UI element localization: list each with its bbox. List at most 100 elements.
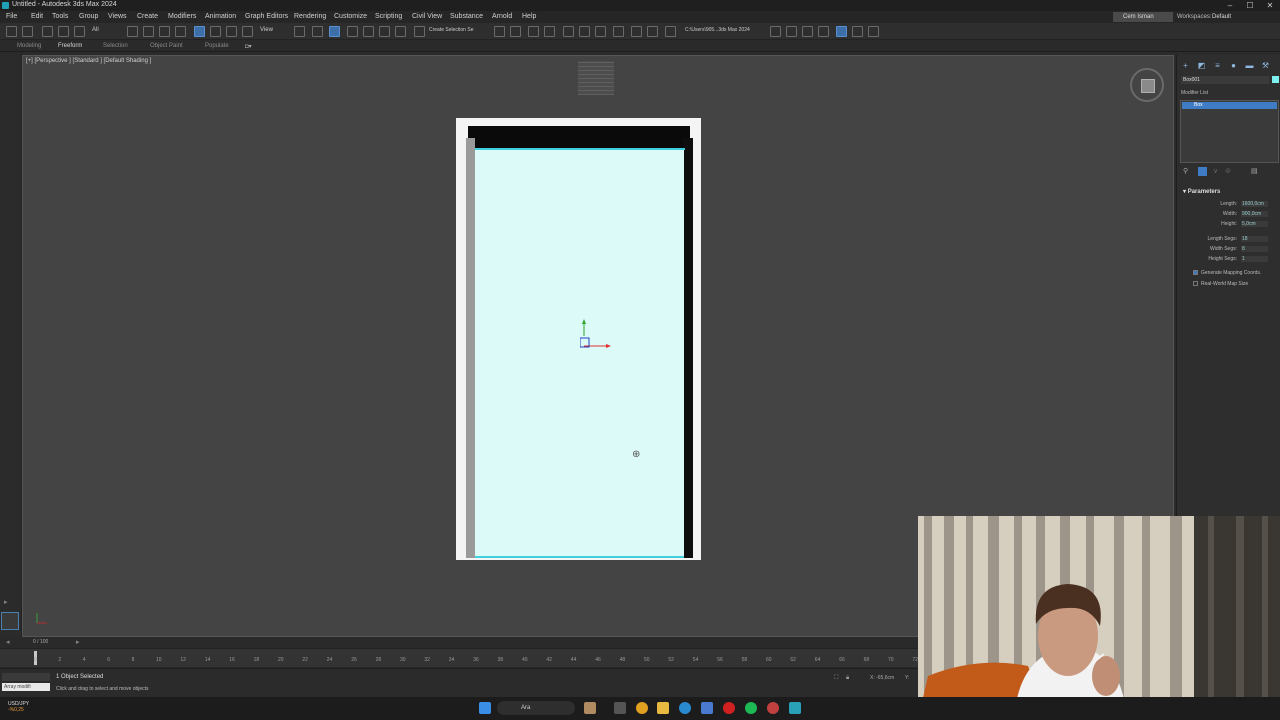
pivot-center-icon[interactable] xyxy=(294,26,305,37)
reference-coord-dropdown[interactable]: View xyxy=(260,27,273,33)
ticker-widget[interactable]: USD/JPY -%0,25 xyxy=(8,701,29,713)
y-coordinate-readout[interactable]: Y: xyxy=(905,675,909,681)
redo-icon[interactable] xyxy=(22,26,33,37)
modifier-stack[interactable]: Box xyxy=(1180,100,1279,163)
generate-mapping-checkbox[interactable]: Generate Mapping Coords. xyxy=(1193,270,1273,276)
menu-modifiers[interactable]: Modifiers xyxy=(168,13,196,20)
tab-populate[interactable]: Populate xyxy=(205,43,229,49)
rendered-frame-window-icon[interactable] xyxy=(647,26,658,37)
open-explorer-icon[interactable] xyxy=(786,26,797,37)
modifier-list-dropdown[interactable]: Modifier List xyxy=(1181,89,1277,97)
render-setup-icon[interactable] xyxy=(631,26,642,37)
widgets-icon[interactable] xyxy=(584,702,596,714)
viewport-label[interactable]: [+] [Perspective ] [Standard ] [Default … xyxy=(26,58,151,64)
start-icon[interactable] xyxy=(479,702,491,714)
3ds-max-icon[interactable] xyxy=(789,702,801,714)
menu-tools[interactable]: Tools xyxy=(52,13,68,20)
menu-file[interactable]: File xyxy=(6,13,17,20)
workspaces-dropdown[interactable]: Default xyxy=(1212,14,1231,20)
collapse-icon[interactable] xyxy=(818,26,829,37)
chrome-icon[interactable] xyxy=(636,702,648,714)
snaps-toggle-icon[interactable] xyxy=(347,26,358,37)
viewcube-icon[interactable] xyxy=(1130,68,1164,102)
tab-freeform[interactable]: Freeform xyxy=(58,43,82,49)
motion-tab-icon[interactable]: ● xyxy=(1229,61,1238,70)
tab-object-paint[interactable]: Object Paint xyxy=(150,43,183,49)
prev-frame-icon[interactable]: ◂ xyxy=(6,638,10,646)
edge-icon[interactable] xyxy=(679,702,691,714)
taskbar-search[interactable]: Ara xyxy=(497,701,575,715)
length-spinner[interactable]: 1600,0cm xyxy=(1241,201,1268,207)
menu-customize[interactable]: Customize xyxy=(334,13,367,20)
opera-icon[interactable] xyxy=(723,702,735,714)
object-name-field[interactable]: Box001 xyxy=(1181,76,1269,84)
isolate-icon[interactable]: ⛶ xyxy=(834,675,838,682)
spinner-snap-icon[interactable] xyxy=(395,26,406,37)
stack-item-box[interactable]: Box xyxy=(1182,102,1277,109)
menu-civil-view[interactable]: Civil View xyxy=(412,13,442,20)
display-tab-icon[interactable]: ▬ xyxy=(1245,61,1254,70)
menu-edit[interactable]: Edit xyxy=(31,13,43,20)
ribbon-options-icon[interactable]: ◘▾ xyxy=(245,43,252,50)
keyboard-shortcut-toggle-icon[interactable] xyxy=(329,26,340,37)
angle-snap-icon[interactable] xyxy=(363,26,374,37)
close-button[interactable]: ✕ xyxy=(1260,0,1280,11)
selection-filter-dropdown[interactable]: All xyxy=(92,27,99,33)
named-selection-dropdown[interactable]: Create Selection Se xyxy=(429,27,473,33)
next-frame-icon[interactable]: ▸ xyxy=(76,638,80,646)
pivot-gizmo-icon[interactable] xyxy=(580,318,612,350)
menu-animation[interactable]: Animation xyxy=(205,13,236,20)
width-spinner[interactable]: 900,0cm xyxy=(1241,211,1268,217)
toggle-scene-explorer-icon[interactable] xyxy=(802,26,813,37)
menu-group[interactable]: Group xyxy=(79,13,98,20)
spotify-icon[interactable] xyxy=(745,702,757,714)
unlink-icon[interactable] xyxy=(58,26,69,37)
real-world-map-size-checkbox[interactable]: Real-World Map Size xyxy=(1193,281,1273,287)
menu-substance[interactable]: Substance xyxy=(450,13,483,20)
menu-rendering[interactable]: Rendering xyxy=(294,13,326,20)
object-color-swatch[interactable] xyxy=(1272,76,1279,83)
height-spinner[interactable]: 5,0cm xyxy=(1241,221,1268,227)
material-editor-icon[interactable] xyxy=(613,26,624,37)
selected-box-object[interactable] xyxy=(475,148,684,558)
layer-explorer-icon[interactable] xyxy=(544,26,555,37)
arnold-icon[interactable] xyxy=(868,26,879,37)
select-rotate-icon[interactable] xyxy=(210,26,221,37)
configure-sets-icon[interactable]: ▤ xyxy=(1251,167,1258,175)
link-icon[interactable] xyxy=(42,26,53,37)
task-view-icon[interactable] xyxy=(614,702,626,714)
window-crossing-icon[interactable] xyxy=(175,26,186,37)
tab-selection[interactable]: Selection xyxy=(103,43,128,49)
percent-snap-icon[interactable] xyxy=(379,26,390,37)
utilities-tab-icon[interactable]: ⚒ xyxy=(1261,61,1270,70)
track-bar[interactable]: 0 2 4 6 8 10 12 14 16 18 20 22 24 26 28 30 32 34 36 38 40 42 4… xyxy=(0,648,918,667)
pin-stack-icon[interactable]: ⚲ xyxy=(1183,167,1188,175)
user-account-button[interactable]: Cem Isman xyxy=(1113,12,1173,22)
width-segs-spinner[interactable]: 8 xyxy=(1241,246,1268,252)
graphite-ribbon-icon[interactable] xyxy=(563,26,574,37)
app-icon-blue[interactable] xyxy=(701,702,713,714)
select-scale-icon[interactable] xyxy=(226,26,237,37)
modify-tab-icon[interactable]: ◩ xyxy=(1197,61,1206,70)
height-segs-spinner[interactable]: 1 xyxy=(1241,256,1268,262)
curve-editor-icon[interactable] xyxy=(579,26,590,37)
scene-explorer-icon[interactable] xyxy=(528,26,539,37)
undo-icon[interactable] xyxy=(6,26,17,37)
make-unique-icon[interactable]: ∨ xyxy=(1213,167,1218,175)
menu-help[interactable]: Help xyxy=(522,13,536,20)
tab-modeling[interactable]: Modeling xyxy=(17,43,41,49)
select-manipulate-icon[interactable] xyxy=(312,26,323,37)
select-move-icon[interactable] xyxy=(194,26,205,37)
project-folder-icon[interactable] xyxy=(770,26,781,37)
menu-views[interactable]: Views xyxy=(108,13,127,20)
menu-create[interactable]: Create xyxy=(137,13,158,20)
maxscript-mini-listener[interactable]: Array modifi xyxy=(2,683,50,691)
minimize-button[interactable]: – xyxy=(1220,0,1240,11)
show-end-result-icon[interactable] xyxy=(1198,167,1207,176)
file-explorer-icon[interactable] xyxy=(657,702,669,714)
parameters-rollout-header[interactable]: ▾ Parameters xyxy=(1183,188,1220,195)
create-tab-icon[interactable]: + xyxy=(1181,61,1190,70)
app-icon-red[interactable] xyxy=(767,702,779,714)
schematic-view-icon[interactable] xyxy=(595,26,606,37)
length-segs-spinner[interactable]: 18 xyxy=(1241,236,1268,242)
